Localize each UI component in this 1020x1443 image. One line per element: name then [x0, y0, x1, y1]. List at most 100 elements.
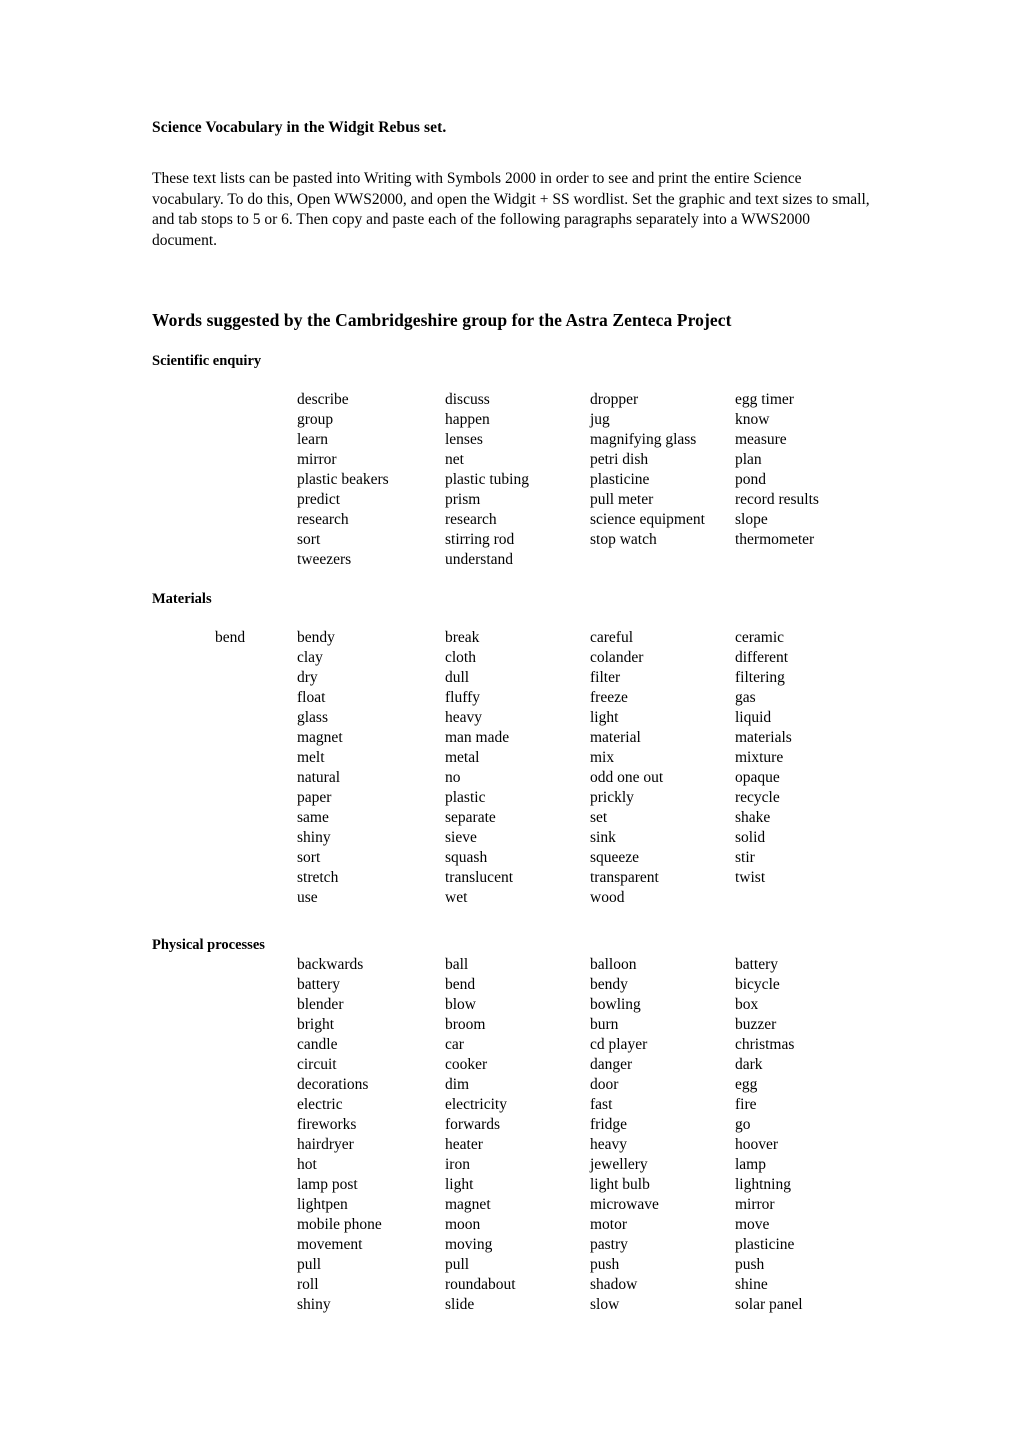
word-cell: filtering: [735, 669, 785, 686]
word-cell: fast: [590, 1096, 613, 1113]
word-cell: research: [297, 511, 349, 528]
word-cell: christmas: [735, 1036, 795, 1053]
word-cell: battery: [735, 956, 779, 973]
word-cell: push: [735, 1256, 765, 1273]
word-cell: no: [445, 769, 461, 786]
word-cell: roundabout: [445, 1276, 516, 1293]
word-cell: sieve: [445, 829, 477, 846]
word-cell: mirror: [735, 1196, 775, 1213]
word-row: float fluffy freeze gas: [152, 688, 882, 708]
word-cell: plastic tubing: [445, 471, 529, 488]
word-row: same separate set shake: [152, 808, 882, 828]
word-row: group happen jug know: [152, 410, 882, 430]
word-cell: balloon: [590, 956, 637, 973]
word-cell: translucent: [445, 869, 514, 886]
word-cell: predict: [297, 491, 341, 508]
word-rows: bend bendy break careful ceramic clay cloth col…: [152, 628, 882, 908]
word-cell: paper: [297, 789, 332, 806]
word-cell: backwards: [297, 956, 364, 973]
word-cell: slide: [445, 1296, 475, 1313]
word-cell: liquid: [735, 709, 772, 726]
word-cell: bright: [297, 1016, 335, 1033]
word-cell: metal: [445, 749, 480, 766]
word-row: mobile phone moon motor move: [152, 1215, 882, 1235]
word-row: stretch translucent transparent twist: [152, 868, 882, 888]
word-cell: describe: [297, 391, 349, 408]
word-cell: pull meter: [590, 491, 654, 508]
word-cell: egg: [735, 1076, 758, 1093]
word-cell: colander: [590, 649, 644, 666]
word-cell: dull: [445, 669, 470, 686]
document-body: Science Vocabulary in the Widgit Rebus s…: [152, 118, 882, 1315]
word-cell: shadow: [590, 1276, 638, 1293]
word-row: melt metal mix mixture: [152, 748, 882, 768]
word-cell: shine: [735, 1276, 768, 1293]
word-cell: electricity: [445, 1096, 507, 1113]
word-cell: buzzer: [735, 1016, 777, 1033]
word-cell: opaque: [735, 769, 780, 786]
word-cell: push: [590, 1256, 620, 1273]
word-cell: stretch: [297, 869, 339, 886]
word-cell: freeze: [590, 689, 628, 706]
intro-paragraph: These text lists can be pasted into Writ…: [152, 170, 870, 249]
word-cell: circuit: [297, 1056, 337, 1073]
word-cell: slow: [590, 1296, 620, 1313]
word-cell: float: [297, 689, 326, 706]
word-row: predict prism pull meter record results: [152, 490, 882, 510]
word-cell: prickly: [590, 789, 634, 806]
word-cell: burn: [590, 1016, 619, 1033]
word-cell: jug: [590, 411, 610, 428]
word-cell: heater: [445, 1136, 483, 1153]
word-row: electric electricity fast fire: [152, 1095, 882, 1115]
word-cell: stirring rod: [445, 531, 515, 548]
word-cell: transparent: [590, 869, 659, 886]
word-row: hot iron jewellery lamp: [152, 1155, 882, 1175]
word-cell: ball: [445, 956, 469, 973]
word-row: blender blow bowling box: [152, 995, 882, 1015]
word-row: use wet wood: [152, 888, 882, 908]
word-cell: pull: [445, 1256, 470, 1273]
word-cell: plan: [735, 451, 762, 468]
word-row: sort squash squeeze stir: [152, 848, 882, 868]
word-cell: microwave: [590, 1196, 659, 1213]
word-cell: clay: [297, 649, 323, 666]
word-cell: door: [590, 1076, 619, 1093]
group-title: Scientific enquiry: [152, 353, 262, 369]
word-row: lamp post light light bulb lightning: [152, 1175, 882, 1195]
word-cell: plastic: [445, 789, 486, 806]
word-row: natural no odd one out opaque: [152, 768, 882, 788]
word-cell: bowling: [590, 996, 641, 1013]
word-cell: group: [297, 411, 334, 428]
word-cell: go: [735, 1116, 751, 1133]
word-cell: wood: [590, 889, 625, 906]
word-cell: discuss: [445, 391, 490, 408]
word-cell: hairdryer: [297, 1136, 354, 1153]
section-title: Words suggested by the Cambridgeshire gr…: [152, 310, 732, 330]
word-cell: tweezers: [297, 551, 352, 568]
word-cell: cd player: [590, 1036, 648, 1053]
word-group-physical-processes: Physical processes backwards ball balloon ba…: [152, 935, 882, 1315]
word-cell: lightning: [735, 1176, 791, 1193]
word-row: shiny sieve sink solid: [152, 828, 882, 848]
word-cell: magnet: [445, 1196, 491, 1213]
word-cell: hot: [297, 1156, 317, 1173]
word-cell: slope: [735, 511, 768, 528]
word-cell: use: [297, 889, 318, 906]
word-cell: stir: [735, 849, 755, 866]
word-cell: bendy: [590, 976, 628, 993]
word-cell: understand: [445, 551, 514, 568]
word-cell: battery: [297, 976, 341, 993]
word-cell: know: [735, 411, 770, 428]
word-cell: broom: [445, 1016, 486, 1033]
word-cell: bend: [445, 976, 476, 993]
word-row: hairdryer heater heavy hoover: [152, 1135, 882, 1155]
word-cell: happen: [445, 411, 490, 428]
word-cell: car: [445, 1036, 464, 1053]
word-cell: plasticine: [735, 1236, 795, 1253]
word-cell: shiny: [297, 829, 331, 846]
document-page: Science Vocabulary in the Widgit Rebus s…: [0, 0, 1020, 1443]
word-cell: material: [590, 729, 641, 746]
word-row: magnet man made material materials: [152, 728, 882, 748]
word-cell: set: [590, 809, 608, 826]
page-title: Science Vocabulary in the Widgit Rebus s…: [152, 119, 447, 136]
